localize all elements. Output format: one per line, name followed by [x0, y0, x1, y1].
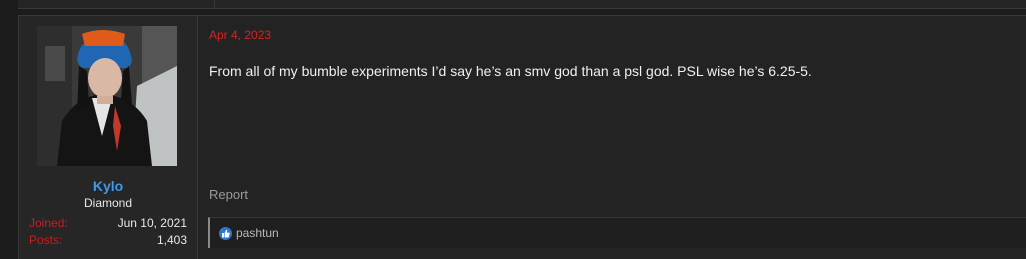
stat-posts: Posts: 1,403 [29, 233, 187, 247]
stat-joined: Joined: Jun 10, 2021 [29, 216, 187, 230]
previous-post-footer [18, 0, 1026, 9]
reaction-users[interactable]: pashtun [236, 226, 279, 240]
username[interactable]: Kylo [19, 178, 197, 194]
post-date[interactable]: Apr 4, 2023 [209, 28, 271, 42]
user-title: Diamond [83, 196, 133, 210]
post-main: Apr 4, 2023 From all of my bumble experi… [198, 16, 1026, 259]
like-icon[interactable] [219, 227, 232, 240]
stat-posts-value: 1,403 [156, 233, 187, 247]
reactions-bar: pashtun [208, 217, 1026, 248]
user-avatar[interactable] [37, 26, 177, 166]
stat-joined-label: Joined: [29, 216, 68, 230]
stat-posts-label: Posts: [29, 233, 63, 247]
stat-joined-value: Jun 10, 2021 [117, 216, 187, 230]
report-link[interactable]: Report [209, 187, 248, 202]
forum-post: Kylo Diamond Joined: Jun 10, 2021 Posts:… [18, 15, 1026, 259]
avatar-image [37, 26, 177, 166]
previous-post-divider [214, 0, 215, 8]
user-info-panel: Kylo Diamond Joined: Jun 10, 2021 Posts:… [19, 16, 198, 259]
post-body: From all of my bumble experiments I’d sa… [209, 63, 812, 79]
